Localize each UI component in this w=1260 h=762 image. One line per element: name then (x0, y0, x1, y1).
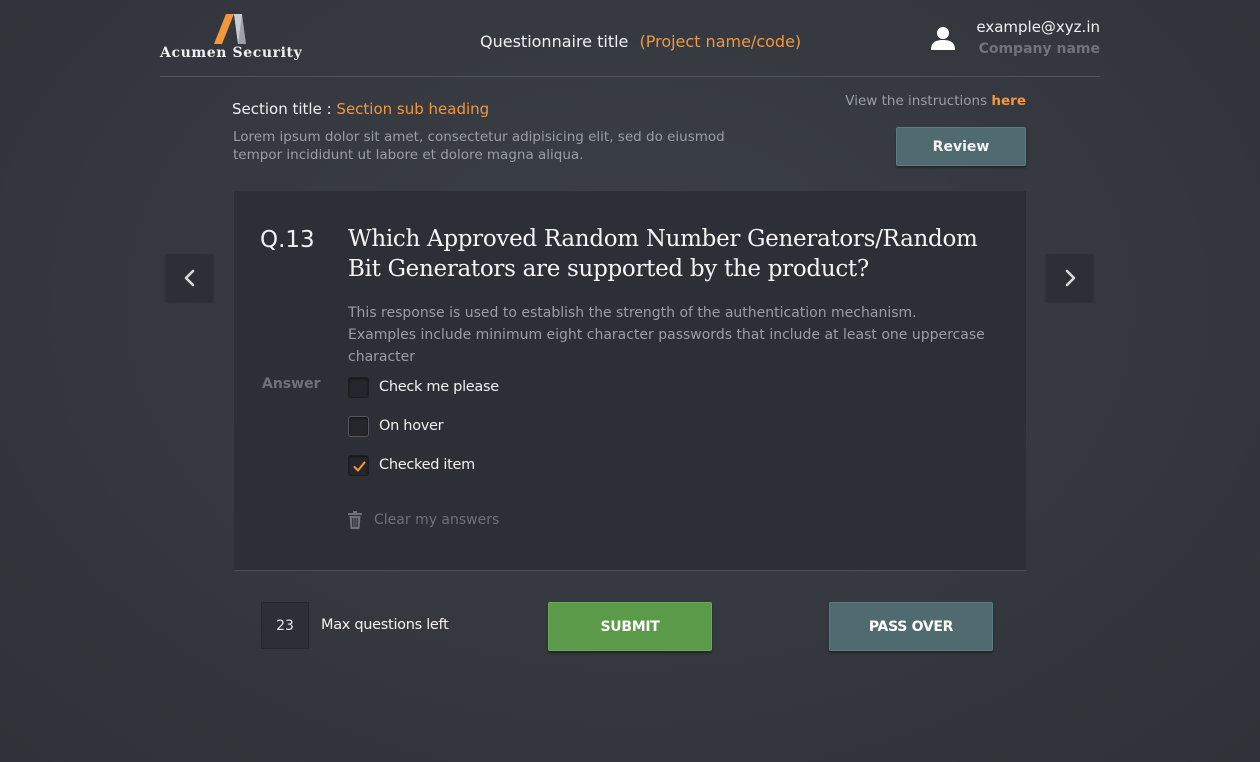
checkbox[interactable] (348, 416, 369, 437)
user-icon (931, 27, 955, 50)
checkbox-checked[interactable] (348, 455, 369, 476)
option-label: On hover (379, 418, 444, 434)
questions-left-count: 23 (261, 602, 309, 649)
user-email: example@xyz.in (976, 18, 1100, 36)
acumen-a-logo-icon (214, 14, 246, 44)
question-description: This response is used to establish the s… (348, 305, 985, 365)
question-text: Which Approved Random Number Generators/… (348, 226, 978, 282)
chevron-left-icon (184, 269, 194, 286)
section-title: Section title : Section sub heading (232, 100, 489, 118)
question-card: Q.13 Which Approved Random Number Genera… (234, 191, 1026, 571)
checkbox[interactable] (348, 377, 369, 398)
answer-options: Check me please On hover Checked item (348, 376, 499, 493)
option-label: Check me please (379, 379, 499, 395)
logo[interactable]: Acumen Security (160, 14, 303, 64)
user-info[interactable]: example@xyz.in Company name (930, 16, 1100, 62)
review-button[interactable]: Review (896, 127, 1026, 166)
project-name: (Project name/code) (639, 32, 802, 51)
answer-label: Answer (262, 376, 321, 392)
clear-answers-button[interactable]: Clear my answers (348, 511, 499, 529)
logo-text: Acumen Security (160, 45, 303, 61)
option-label: Checked item (379, 457, 475, 473)
instructions-link[interactable]: here (991, 93, 1026, 109)
header: Acumen Security Questionnaire title (Pro… (160, 0, 1100, 77)
previous-question-button[interactable] (166, 254, 213, 301)
company-name: Company name (978, 41, 1100, 57)
questions-left-label: Max questions left (321, 617, 449, 633)
pass-over-button[interactable]: PASS OVER (829, 602, 993, 651)
trash-icon (348, 511, 362, 529)
instructions: View the instructions here (845, 93, 1026, 109)
check-icon (353, 461, 366, 472)
submit-button[interactable]: SUBMIT (548, 602, 712, 651)
chevron-right-icon (1065, 269, 1075, 286)
section-description: Lorem ipsum dolor sit amet, consectetur … (233, 129, 725, 163)
option-check-me-please[interactable]: Check me please (348, 376, 499, 415)
clear-answers-label: Clear my answers (374, 512, 500, 528)
next-question-button[interactable] (1046, 254, 1093, 301)
section-title-prefix: Section title : (232, 100, 337, 118)
questionnaire-title-text: Questionnaire title (480, 32, 629, 51)
instructions-text: View the instructions (845, 93, 992, 109)
option-on-hover[interactable]: On hover (348, 415, 499, 454)
questionnaire-title: Questionnaire title (Project name/code) (480, 32, 801, 51)
option-checked-item[interactable]: Checked item (348, 454, 499, 493)
section-sub-heading: Section sub heading (336, 100, 490, 118)
question-number: Q.13 (260, 227, 315, 253)
